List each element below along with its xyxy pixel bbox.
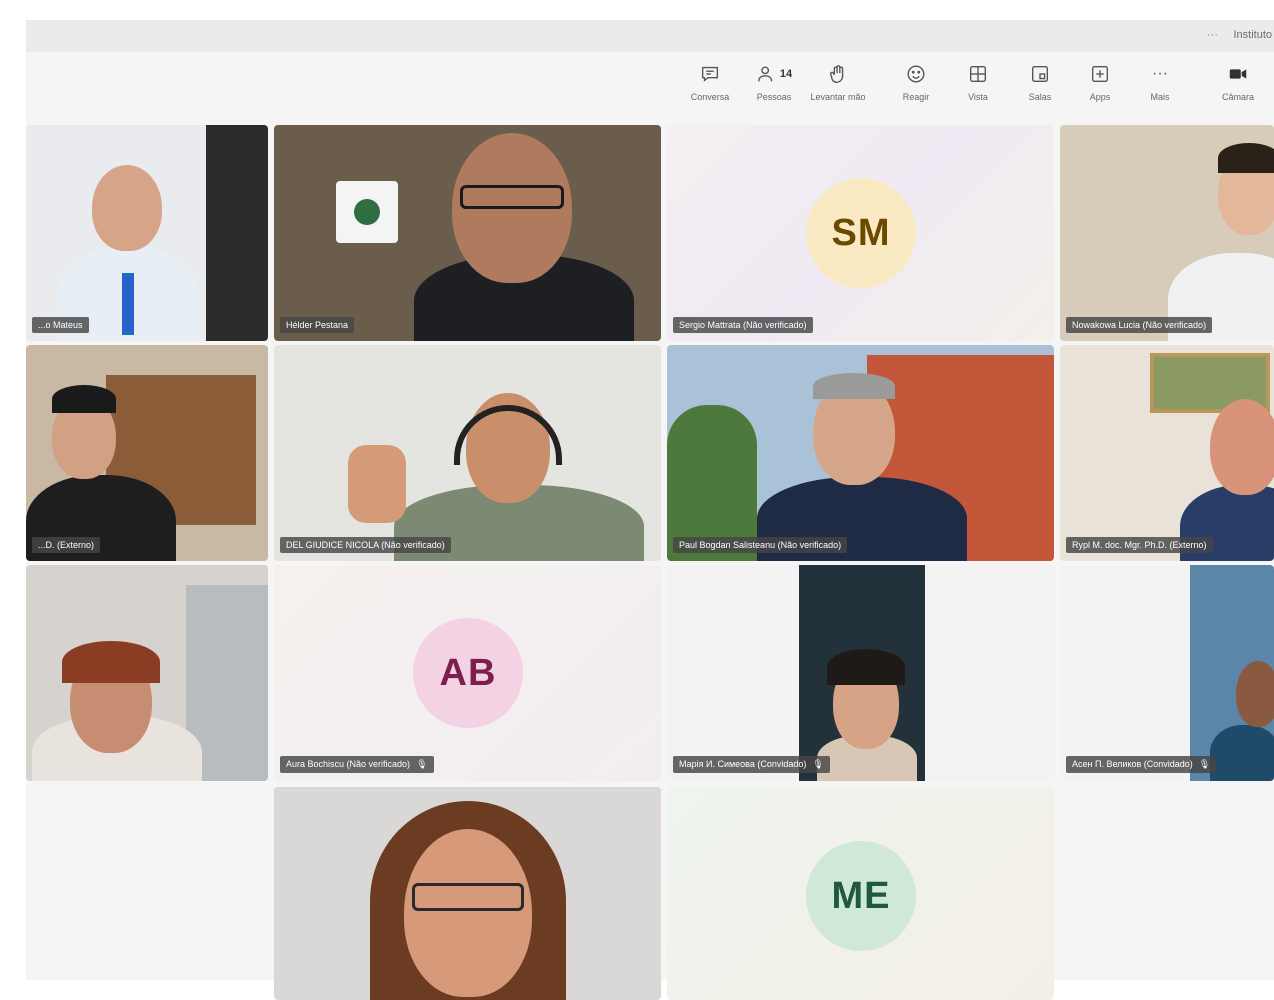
rooms-icon	[1031, 65, 1049, 83]
camera-label: Câmara	[1221, 92, 1254, 102]
participant-tile[interactable]: DEL GIUDICE NICOLA (Não verificado)	[274, 345, 661, 561]
apps-button[interactable]: Apps	[1068, 60, 1132, 102]
participant-tile[interactable]: ME 🎙	[667, 787, 1054, 1000]
participant-tile[interactable]: ...o Mateus	[26, 125, 268, 341]
raise-hand-label: Levantar mão	[810, 92, 866, 102]
more-label: Mais	[1150, 92, 1170, 102]
participant-name: ...o Mateus	[32, 317, 89, 333]
apps-label: Apps	[1089, 92, 1111, 102]
ellipsis-icon: ···	[1152, 65, 1168, 82]
chat-icon	[701, 66, 719, 82]
avatar: AB	[413, 618, 523, 728]
mic-muted-icon: 🎙	[812, 759, 824, 769]
chat-button[interactable]: Conversa	[678, 60, 742, 102]
participant-tile[interactable]: SM Sergio Mattrata (Não verificado)	[667, 125, 1054, 341]
people-button[interactable]: 14 Pessoas	[742, 60, 806, 102]
mic-muted-icon: 🎙	[1198, 759, 1211, 769]
rooms-label: Salas	[1028, 92, 1052, 102]
raise-hand-icon	[829, 65, 844, 83]
rooms-button[interactable]: Salas	[1008, 60, 1072, 102]
more-button[interactable]: ··· Mais	[1128, 60, 1192, 102]
raise-hand-button[interactable]: Levantar mão	[806, 60, 870, 102]
background-door	[206, 125, 268, 341]
participant-tile[interactable]	[26, 565, 268, 781]
participant-tile[interactable]: ...D. (Externo)	[26, 345, 268, 561]
participant-name: Paul Bogdan Salisteanu (Não verificado)	[673, 537, 848, 553]
apps-icon	[1091, 65, 1109, 83]
participant-tile[interactable]: Марiя И. Симеова (Convidado) 🎙	[667, 565, 1054, 781]
participant-name: Aura Bochiscu (Não verificado) 🎙	[280, 756, 434, 773]
org-label: Instituto	[1233, 29, 1272, 41]
chat-label: Conversa	[690, 92, 730, 102]
meeting-window: ··· Instituto Conversa 14 Pessoas Levant…	[26, 20, 1274, 1000]
participant-name: Hélder Pestana	[280, 317, 355, 333]
camera-button[interactable]: Câmara	[1206, 60, 1270, 102]
participant-tile[interactable]: Paul Bogdan Salisteanu (Não verificado)	[667, 345, 1054, 561]
smiley-icon	[907, 65, 925, 83]
title-bar: ··· Instituto	[26, 20, 1274, 52]
participant-name: DEL GIUDICE NICOLA (Não verificado)	[280, 537, 451, 553]
avatar: SM	[806, 178, 916, 288]
view-label: Vista	[968, 92, 988, 102]
participant-name: Rypl M. doc. Mgr. Ph.D. (Externo)	[1066, 537, 1213, 553]
participant-tile[interactable]: AB Aura Bochiscu (Não verificado) 🎙	[274, 565, 661, 781]
participant-name: Марiя И. Симеова (Convidado) 🎙	[673, 756, 830, 773]
avatar: ME	[806, 841, 916, 951]
people-count-badge: 14	[779, 68, 793, 80]
title-more-button[interactable]: ···	[1207, 29, 1218, 41]
participant-name: Асен П. Великов (Convidado) 🎙	[1066, 756, 1217, 773]
participant-name: ...D. (Externo)	[32, 537, 101, 553]
participant-tile[interactable]: Rypl M. doc. Mgr. Ph.D. (Externo)	[1060, 345, 1274, 561]
participant-tile[interactable]: Асен П. Великов (Convidado) 🎙	[1060, 565, 1274, 781]
meeting-toolbar: Conversa 14 Pessoas Levantar mão Reagir …	[26, 52, 1274, 122]
react-button[interactable]: Reagir	[884, 60, 948, 102]
view-button[interactable]: Vista	[946, 60, 1010, 102]
people-icon	[757, 66, 773, 82]
grid-view-icon	[969, 65, 987, 83]
people-label: Pessoas	[756, 92, 792, 102]
participant-name: Nowakowa Lucia (Não verificado)	[1066, 317, 1213, 333]
participant-tile[interactable]: Hélder Pestana	[274, 125, 661, 341]
participant-tile[interactable]: Nowakowa Lucia (Não verificado)	[1060, 125, 1274, 341]
participant-name: Sergio Mattrata (Não verificado)	[673, 317, 813, 333]
mic-muted-icon: 🎙	[416, 759, 428, 769]
participant-tile[interactable]: 🎙	[274, 787, 661, 1000]
react-label: Reagir	[902, 92, 930, 102]
camera-icon	[1229, 69, 1247, 79]
